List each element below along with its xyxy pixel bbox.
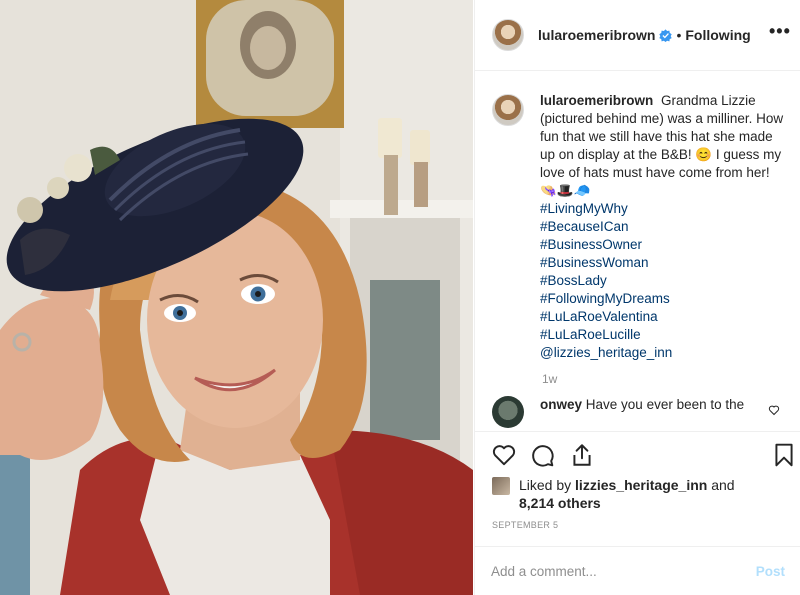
caption: lularoemeribrown Grandma Lizzie (picture… (540, 92, 784, 362)
comment-text: Have you ever been to the (585, 397, 745, 412)
mention-link[interactable]: @lizzies_heritage_inn (540, 344, 784, 362)
author-avatar[interactable] (492, 19, 524, 51)
commenter-avatar[interactable] (492, 396, 524, 428)
liker-username[interactable]: lizzies_heritage_inn (575, 477, 707, 493)
caption-timestamp[interactable]: 1w (542, 372, 784, 386)
post-header: lularoemeribrown • Following ••• (475, 0, 800, 71)
post-side-panel: lularoemeribrown • Following ••• lularoe… (474, 0, 800, 595)
caption-author-avatar[interactable] (492, 94, 524, 126)
likes-conjunction: and (711, 477, 735, 493)
hashtag-link[interactable]: #LuLaRoeLucille (540, 326, 784, 344)
author-line: lularoemeribrown • Following (538, 27, 751, 43)
author-username[interactable]: lularoemeribrown (538, 27, 655, 43)
commenter-username[interactable]: onwey (540, 397, 582, 412)
comment-icon[interactable] (529, 442, 555, 468)
hashtag-link[interactable]: #BusinessWoman (540, 254, 784, 272)
likes-others-link[interactable]: 8,214 others (519, 495, 601, 511)
bookmark-icon[interactable] (771, 442, 797, 468)
hashtag-link[interactable]: #LivingMyWhy (540, 200, 784, 218)
caption-author[interactable]: lularoemeribrown (540, 93, 653, 108)
caption-text: Grandma Lizzie (pictured behind me) was … (540, 93, 784, 198)
heart-icon[interactable] (491, 442, 517, 468)
verified-badge-icon (659, 28, 673, 42)
more-options-icon[interactable]: ••• (769, 22, 790, 44)
hashtag-link[interactable]: #LuLaRoeValentina (540, 308, 784, 326)
likes-text: Liked by lizzies_heritage_inn and 8,214 … (519, 476, 735, 512)
post-photo[interactable] (0, 0, 473, 595)
share-icon[interactable] (569, 442, 595, 468)
following-button[interactable]: Following (685, 27, 750, 43)
hashtag-link[interactable]: #BusinessOwner (540, 236, 784, 254)
likes-prefix: Liked by (519, 477, 572, 493)
photo-image (0, 0, 473, 595)
post-date[interactable]: SEPTEMBER 5 (492, 520, 558, 530)
caption-row: lularoemeribrown Grandma Lizzie (picture… (492, 92, 784, 362)
comment-like-heart-icon[interactable] (768, 404, 780, 416)
likes-summary: Liked by lizzies_heritage_inn and 8,214 … (492, 476, 792, 512)
comment-row: onwey Have you ever been to the (492, 396, 784, 428)
action-bar (475, 431, 800, 479)
comments-section[interactable]: lularoemeribrown Grandma Lizzie (picture… (475, 72, 800, 431)
comment-text-block: onwey Have you ever been to the (540, 396, 760, 428)
hashtag-link[interactable]: #BecauseICan (540, 218, 784, 236)
separator-dot: • (676, 27, 682, 43)
add-comment-input[interactable] (491, 563, 756, 579)
hashtag-link[interactable]: #BossLady (540, 272, 784, 290)
hashtag-link[interactable]: #FollowingMyDreams (540, 290, 784, 308)
add-comment-bar: Post (475, 546, 800, 595)
post-comment-button[interactable]: Post (756, 564, 785, 579)
liker-avatar[interactable] (492, 477, 510, 495)
